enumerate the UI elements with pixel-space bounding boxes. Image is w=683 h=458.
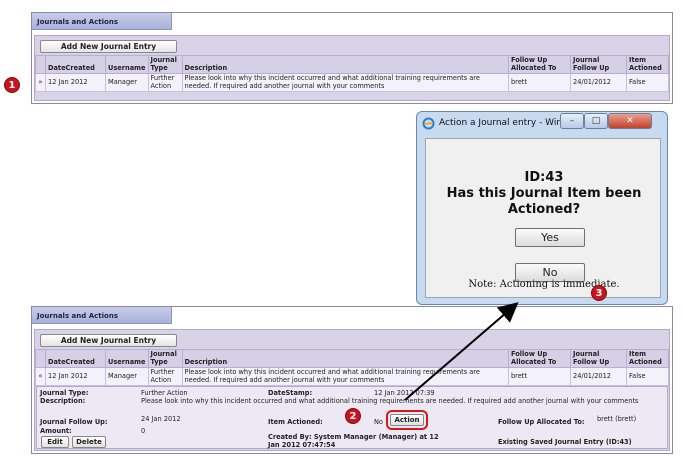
pointer-arrow	[404, 302, 519, 401]
arrow-line	[404, 302, 519, 401]
